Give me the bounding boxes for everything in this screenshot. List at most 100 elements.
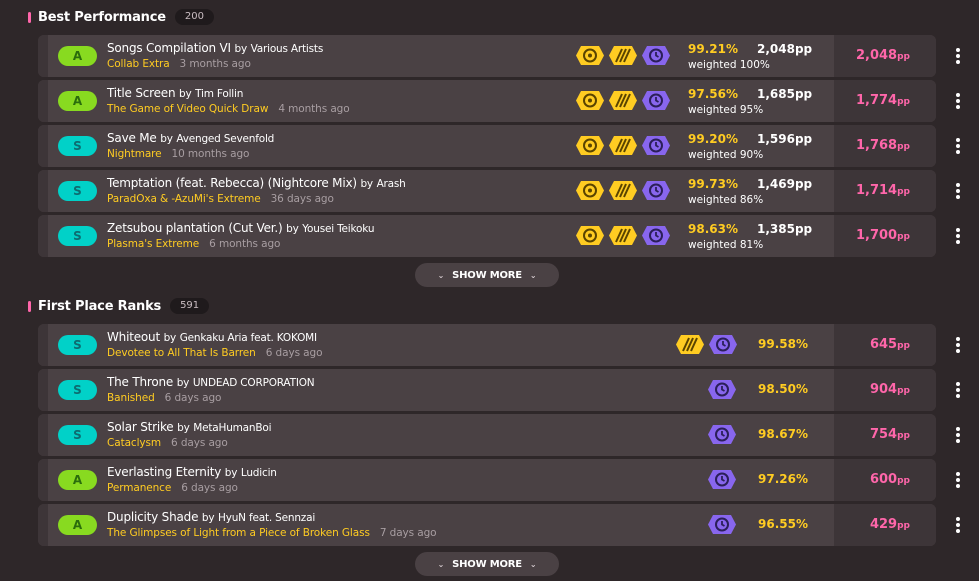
pp-value: 904 [869, 382, 898, 397]
more-options-icon[interactable] [955, 183, 961, 199]
pp-unit: pp [897, 386, 910, 396]
beatmap-artist: Yousei Teikoku [302, 223, 375, 235]
show-more-first-place-button[interactable]: ⌄ SHOW MORE ⌄ [415, 552, 559, 576]
difficulty-name: Plasma's Extreme [107, 238, 200, 250]
score-row[interactable]: A Everlasting Eternity by Ludicin Permanen… [38, 459, 936, 501]
by-label: by [224, 467, 238, 479]
beatmap-artist: Avenged Sevenfold [176, 133, 275, 145]
beatmap-subline: The Game of Video Quick Draw 4 months ago [107, 103, 350, 115]
more-options-icon[interactable] [955, 427, 961, 443]
beatmap-title-line[interactable]: Everlasting Eternity by Ludicin [107, 465, 277, 479]
difficulty-name: The Glimpses of Light from a Piece of Br… [107, 527, 370, 539]
section-count-badge: 200 [174, 9, 214, 25]
weighted-percent: weighted 90% [688, 149, 764, 161]
difficulty-name: Collab Extra [107, 58, 170, 70]
beatmap-title[interactable]: Title Screen [107, 86, 176, 100]
difficulty-name: ParadOxa & -AzuMi's Extreme [107, 193, 261, 205]
by-label: by [176, 377, 190, 389]
pp-unit: pp [897, 142, 910, 152]
accuracy: 98.50% [758, 382, 808, 396]
pp-value: 754 [869, 427, 898, 442]
grade-badge: S [58, 181, 97, 201]
accuracy: 98.63% [688, 222, 738, 236]
more-options-icon[interactable] [955, 337, 961, 353]
weighted-pp: 1,700pp [856, 228, 910, 243]
row-accent [38, 215, 48, 257]
beatmap-title-line[interactable]: Whiteout by Genkaku Aria feat. KOKOMI [107, 330, 317, 344]
score-row[interactable]: S Zetsubou plantation (Cut Ver.) by Youse… [38, 215, 936, 257]
beatmap-title[interactable]: Save Me [107, 131, 157, 145]
more-options-icon[interactable] [955, 382, 961, 398]
row-accent [38, 504, 48, 546]
score-row[interactable]: S Save Me by Avenged Sevenfold Nightmare 10… [38, 125, 936, 167]
weighted-percent: weighted 81% [688, 239, 764, 251]
beatmap-title-line[interactable]: Title Screen by Tim Follin [107, 86, 243, 100]
beatmap-artist: Ludicin [240, 467, 277, 479]
more-options-icon[interactable] [955, 517, 961, 533]
beatmap-title[interactable]: Temptation (feat. Rebecca) (Nightcore Mi… [107, 176, 357, 190]
section-title: First Place Ranks [38, 298, 162, 314]
chevron-down-icon: ⌄ [529, 270, 537, 280]
grade-label: A [72, 518, 83, 532]
mods-list [707, 514, 737, 535]
grade-label: S [73, 338, 82, 352]
beatmap-title[interactable]: Duplicity Shade [107, 510, 198, 524]
doubletime-mod-icon [708, 380, 736, 399]
more-options-icon[interactable] [955, 48, 961, 64]
accuracy: 98.67% [758, 427, 808, 441]
grade-label: S [73, 428, 82, 442]
beatmap-title[interactable]: Songs Compilation VI [107, 41, 231, 55]
beatmap-title[interactable]: Whiteout [107, 330, 160, 344]
raw-pp: 1,685pp [757, 87, 813, 101]
raw-pp: 2,048pp [757, 42, 813, 56]
beatmap-artist: Various Artists [250, 43, 324, 55]
beatmap-title-line[interactable]: Duplicity Shade by HyuN feat. Sennzai [107, 510, 315, 524]
weighted-pp: 1,714pp [856, 183, 910, 198]
beatmap-title[interactable]: Solar Strike [107, 420, 174, 434]
doubletime-mod-icon [708, 425, 736, 444]
beatmap-title-line[interactable]: The Throne by UNDEAD CORPORATION [107, 375, 315, 389]
raw-pp: 1,385pp [757, 222, 813, 236]
hardrock-mod-icon [609, 91, 637, 110]
row-accent [38, 324, 48, 366]
beatmap-artist: Tim Follin [195, 88, 244, 100]
doubletime-mod-icon [642, 136, 670, 155]
grade-badge: S [58, 380, 97, 400]
doubletime-mod-icon [708, 515, 736, 534]
beatmap-title-line[interactable]: Songs Compilation VI by Various Artists [107, 41, 323, 55]
score-row[interactable]: A Duplicity Shade by HyuN feat. Sennzai Th… [38, 504, 936, 546]
more-options-icon[interactable] [955, 472, 961, 488]
time-ago: 3 months ago [179, 58, 251, 70]
more-options-icon[interactable] [955, 138, 961, 154]
beatmap-title-line[interactable]: Solar Strike by MetaHumanBoi [107, 420, 272, 434]
more-options-icon[interactable] [955, 228, 961, 244]
hardrock-mod-icon [609, 46, 637, 65]
more-options-icon[interactable] [955, 93, 961, 109]
row-accent [38, 80, 48, 122]
grade-label: S [73, 229, 82, 243]
beatmap-title[interactable]: Zetsubou plantation (Cut Ver.) [107, 221, 283, 235]
row-accent [38, 35, 48, 77]
show-more-best-button[interactable]: ⌄ SHOW MORE ⌄ [415, 263, 559, 287]
score-row[interactable]: A Songs Compilation VI by Various Artists… [38, 35, 936, 77]
doubletime-mod-icon [642, 226, 670, 245]
hidden-mod-icon [576, 226, 604, 245]
score-row[interactable]: S Temptation (feat. Rebecca) (Nightcore M… [38, 170, 936, 212]
score-row[interactable]: S Solar Strike by MetaHumanBoi Cataclysm 6 … [38, 414, 936, 456]
beatmap-subline: Devotee to All That Is Barren 6 days ago [107, 347, 323, 359]
doubletime-mod-icon [642, 46, 670, 65]
section-accent-bar [28, 11, 31, 23]
beatmap-title[interactable]: Everlasting Eternity [107, 465, 221, 479]
beatmap-title-line[interactable]: Save Me by Avenged Sevenfold [107, 131, 274, 145]
score-row[interactable]: A Title Screen by Tim Follin The Game of V… [38, 80, 936, 122]
beatmap-title-line[interactable]: Zetsubou plantation (Cut Ver.) by Yousei… [107, 221, 374, 235]
difficulty-name: Permanence [107, 482, 172, 494]
beatmap-title-line[interactable]: Temptation (feat. Rebecca) (Nightcore Mi… [107, 176, 406, 190]
score-row[interactable]: S The Throne by UNDEAD CORPORATION Banishe… [38, 369, 936, 411]
score-row[interactable]: S Whiteout by Genkaku Aria feat. KOKOMI De… [38, 324, 936, 366]
accuracy: 99.21% [688, 42, 738, 56]
beatmap-title[interactable]: The Throne [107, 375, 173, 389]
by-label: by [163, 332, 177, 344]
grade-badge: A [58, 91, 97, 111]
show-more-label: SHOW MORE [452, 558, 522, 570]
